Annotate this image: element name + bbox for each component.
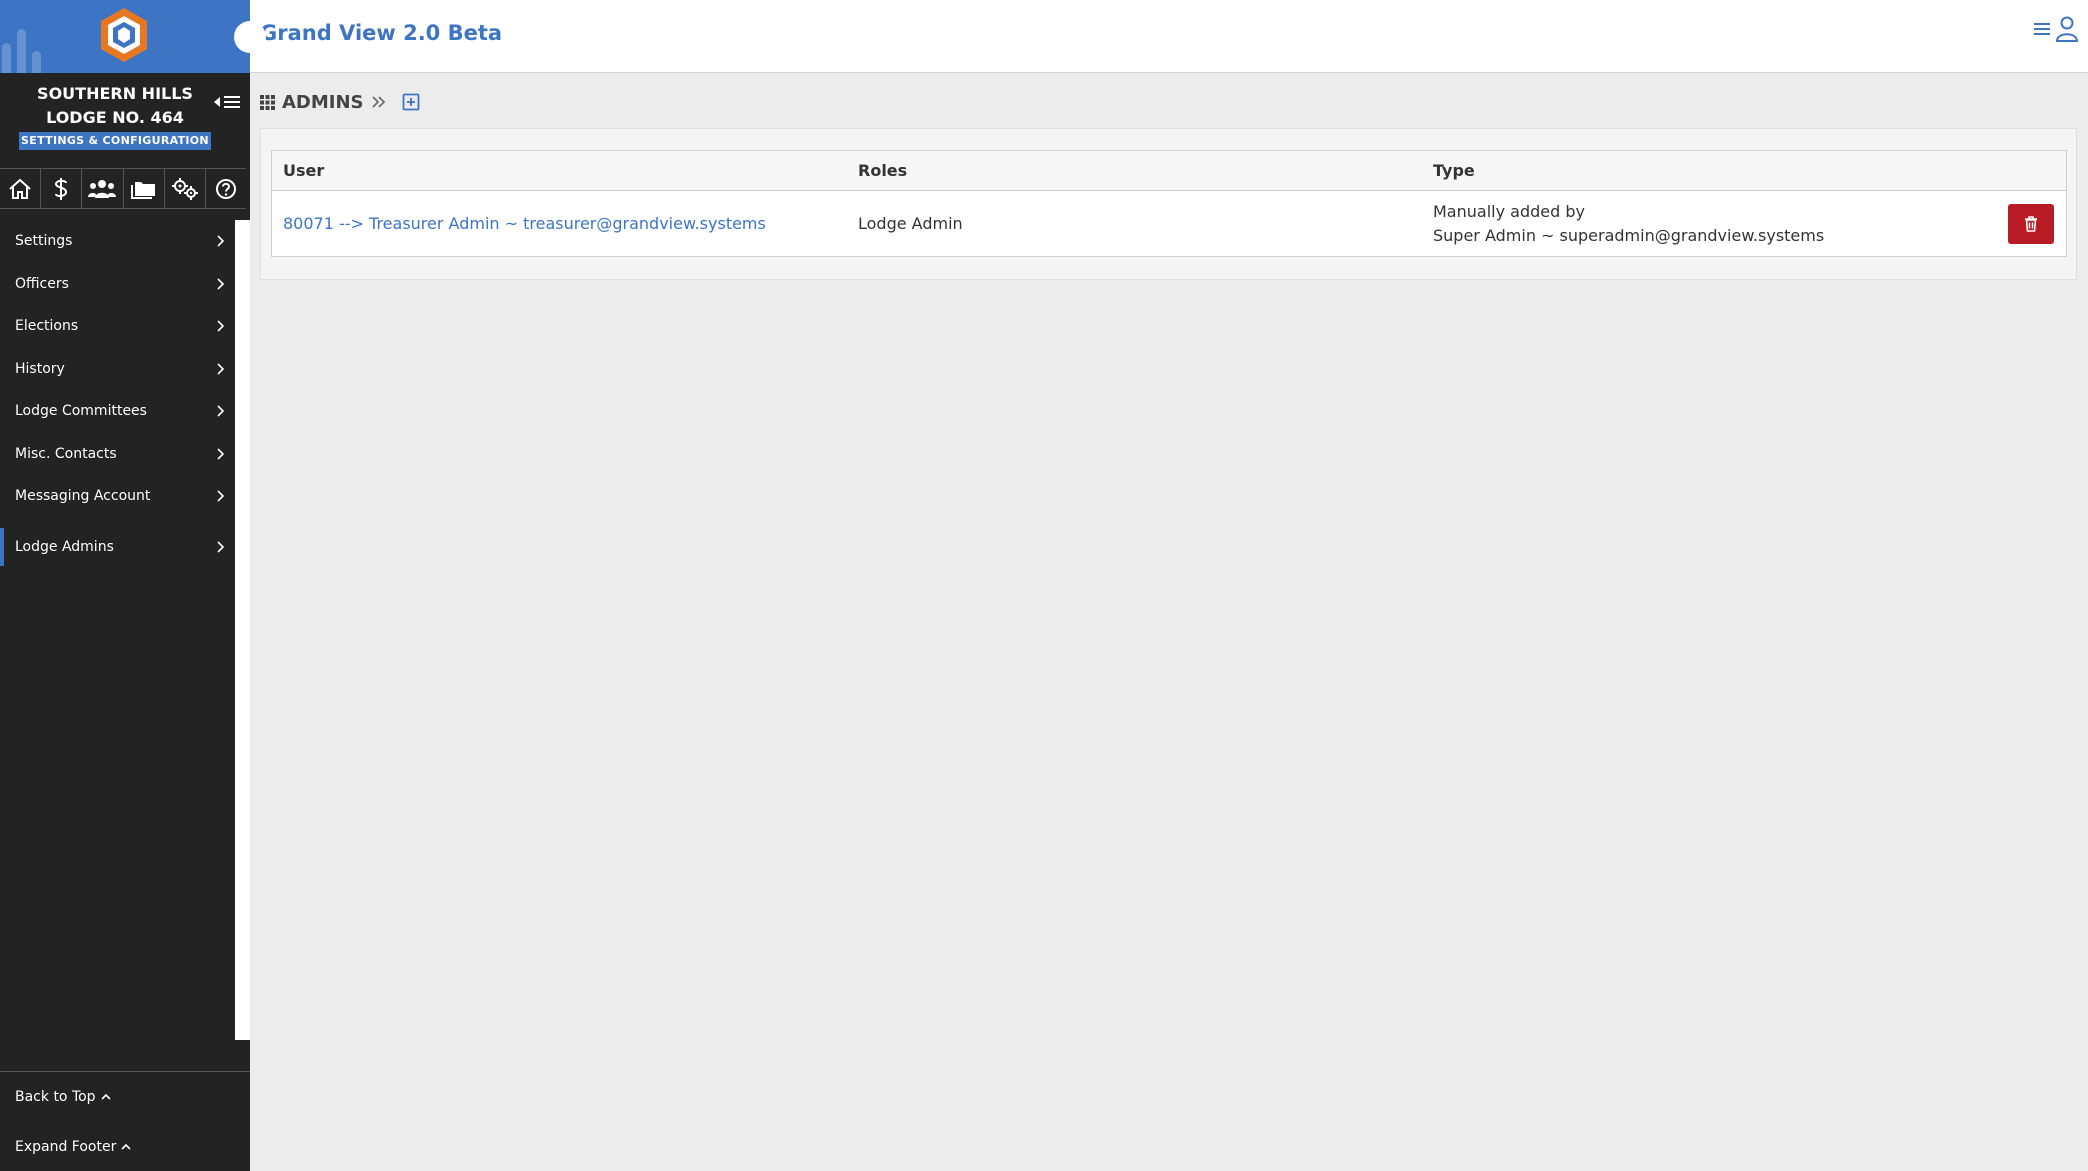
admins-table: User Roles Type 80071 --> Treasurer Admi… — [271, 150, 2067, 257]
delete-admin-button[interactable] — [2008, 204, 2054, 244]
app-title[interactable]: Grand View 2.0 Beta — [260, 21, 502, 45]
header-roles[interactable]: Roles — [847, 161, 1422, 180]
page-title: ADMINS — [282, 91, 364, 113]
sidebar-menu: Settings Officers Elections History Lodg… — [0, 220, 234, 568]
topbar-icons — [2034, 16, 2078, 42]
sidebar-item-label: History — [15, 360, 65, 377]
cell-roles: Lodge Admin — [858, 214, 963, 233]
trash-icon — [2025, 216, 2037, 232]
hamburger-icon — [224, 96, 240, 108]
lodge-name: SOUTHERN HILLS LODGE NO. 464 — [0, 82, 230, 130]
chevron-right-icon — [217, 541, 224, 553]
sidebar-footer: Back to Top Expand Footer — [0, 1071, 250, 1171]
back-to-top-label: Back to Top — [15, 1089, 96, 1105]
folders-icon — [130, 181, 155, 199]
sidebar-scrollbar[interactable] — [235, 220, 250, 1040]
chevron-right-icon — [217, 235, 224, 247]
type-line1: Manually added by — [1433, 201, 1585, 221]
decorative-bar — [2, 43, 11, 73]
sidebar-item-officers[interactable]: Officers — [0, 263, 234, 306]
members-icon — [88, 179, 117, 198]
sidebar-item-label: Officers — [15, 275, 69, 292]
expand-footer-label: Expand Footer — [15, 1139, 117, 1155]
nav-settings-button[interactable] — [165, 169, 206, 208]
decorative-bar — [32, 51, 41, 73]
grid-icon — [260, 94, 275, 110]
admins-panel: User Roles Type 80071 --> Treasurer Admi… — [260, 128, 2077, 280]
sidebar-item-lodge-committees[interactable]: Lodge Committees — [0, 390, 234, 433]
sidebar-item-messaging-account[interactable]: Messaging Account — [0, 475, 234, 518]
logo-band — [0, 0, 250, 73]
cell-type: Manually added by Super Admin ~ superadm… — [1422, 200, 2066, 248]
chevron-up-icon — [121, 1143, 131, 1150]
header-user[interactable]: User — [272, 161, 847, 180]
chevron-right-icon — [217, 363, 224, 375]
menu-toggle-button[interactable] — [213, 93, 243, 111]
lodge-name-line1: SOUTHERN HILLS — [37, 84, 193, 103]
lodge-logo-icon[interactable] — [98, 6, 150, 64]
sidebar-item-history[interactable]: History — [0, 348, 234, 391]
gears-icon — [171, 177, 198, 200]
chevron-right-icon — [217, 278, 224, 290]
nav-finance-button[interactable] — [41, 169, 83, 208]
sidebar-item-misc-contacts[interactable]: Misc. Contacts — [0, 433, 234, 476]
sidebar-item-label: Misc. Contacts — [15, 445, 117, 462]
home-icon — [9, 178, 31, 199]
sidebar-item-label: Messaging Account — [15, 488, 151, 505]
lodge-name-line2: LODGE NO. 464 — [46, 108, 184, 127]
nav-members-button[interactable] — [82, 169, 124, 208]
cell-user: 80071 --> Treasurer Admin ~ treasurer@gr… — [272, 214, 847, 233]
sidebar-item-lodge-admins[interactable]: Lodge Admins — [0, 526, 234, 569]
user-link[interactable]: 80071 --> Treasurer Admin ~ treasurer@gr… — [283, 214, 766, 233]
dollar-icon — [55, 177, 68, 200]
add-admin-icon[interactable] — [402, 93, 420, 111]
breadcrumb: ADMINS — [260, 90, 420, 114]
type-line2: Super Admin ~ superadmin@grandview.syste… — [1433, 225, 1825, 245]
sidebar-item-label: Lodge Admins — [15, 538, 114, 555]
topbar: Grand View 2.0 Beta — [250, 0, 2088, 73]
menu-icon[interactable] — [2034, 22, 2050, 36]
sidebar-item-label: Lodge Committees — [15, 403, 147, 420]
section-badge: SETTINGS & CONFIGURATION — [19, 132, 211, 150]
sidebar-item-label: Elections — [15, 318, 79, 335]
chevron-right-icon — [217, 490, 224, 502]
decorative-bar — [17, 29, 26, 73]
sidebar-icon-row — [0, 168, 246, 209]
nav-help-button[interactable] — [206, 169, 246, 208]
nav-home-button[interactable] — [0, 169, 42, 208]
user-icon[interactable] — [2056, 16, 2078, 42]
sidebar-item-settings[interactable]: Settings — [0, 220, 234, 263]
sidebar: SOUTHERN HILLS LODGE NO. 464 SETTINGS & … — [0, 0, 266, 1171]
chevron-up-icon — [101, 1093, 111, 1100]
sidebar-collapse-knob[interactable] — [234, 21, 266, 53]
help-icon — [215, 178, 236, 199]
table-header: User Roles Type — [272, 151, 2066, 191]
double-chevron-right-icon — [371, 96, 385, 108]
sidebar-item-elections[interactable]: Elections — [0, 305, 234, 348]
sidebar-item-label: Settings — [15, 233, 73, 250]
chevron-right-icon — [217, 405, 224, 417]
back-to-top-link[interactable]: Back to Top — [0, 1072, 250, 1122]
caret-left-icon — [214, 97, 220, 107]
chevron-right-icon — [217, 448, 224, 460]
chevron-right-icon — [217, 320, 224, 332]
table-row: 80071 --> Treasurer Admin ~ treasurer@gr… — [272, 191, 2066, 256]
header-type[interactable]: Type — [1422, 159, 2066, 183]
nav-documents-button[interactable] — [124, 169, 165, 208]
expand-footer-link[interactable]: Expand Footer — [0, 1122, 250, 1171]
